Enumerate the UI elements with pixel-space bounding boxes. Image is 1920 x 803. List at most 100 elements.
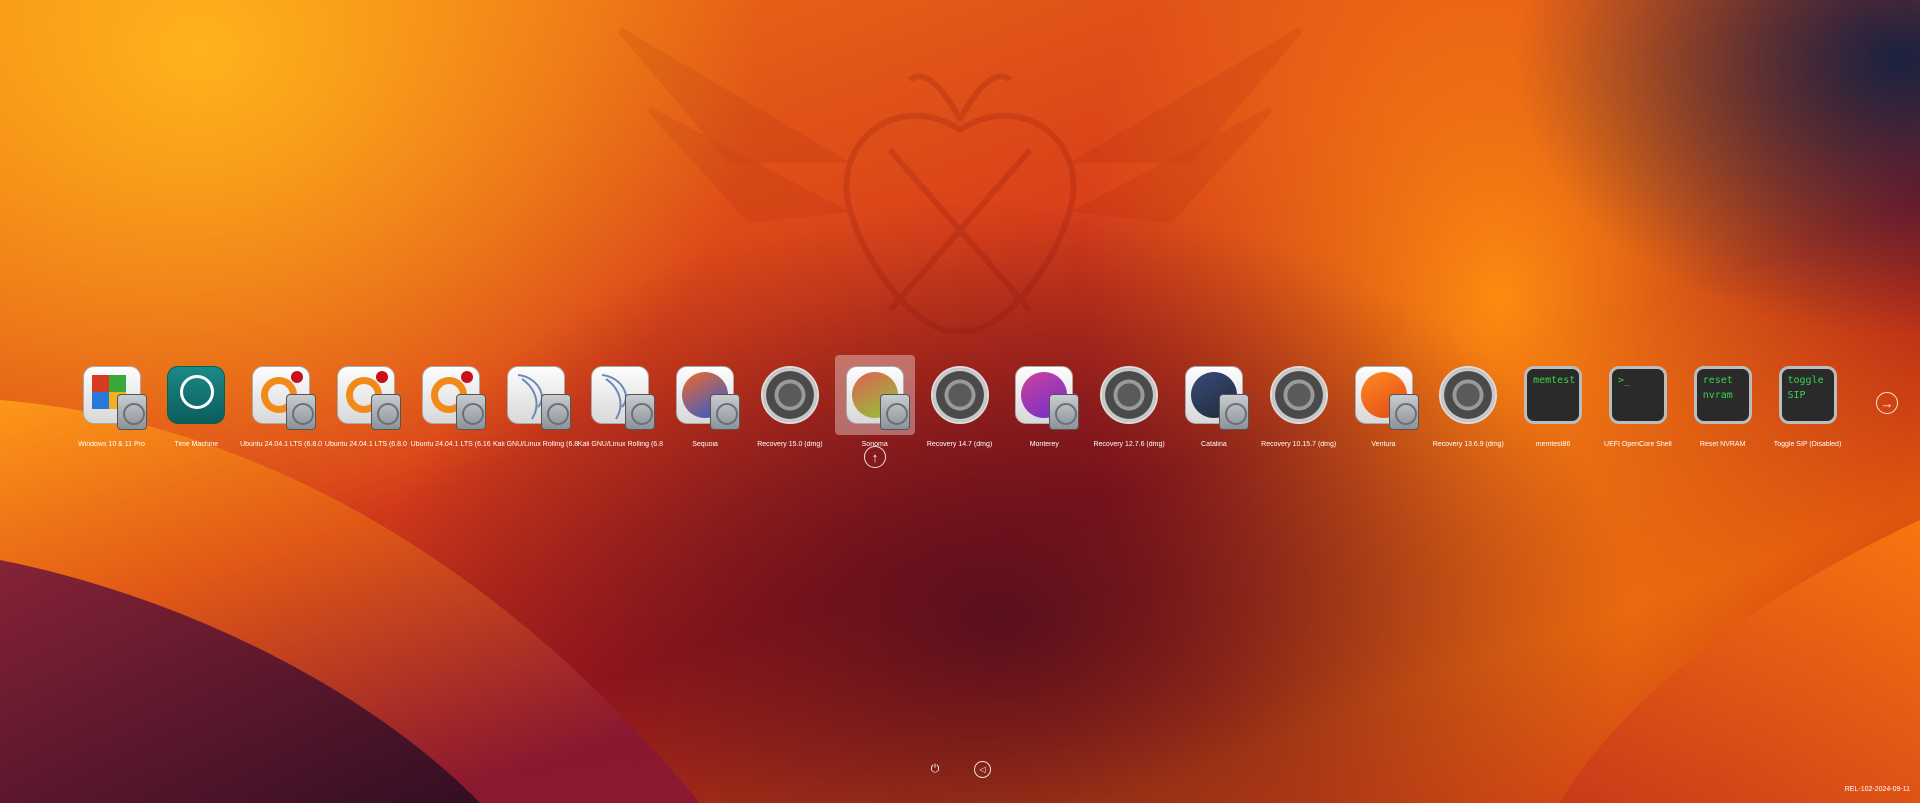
- entry-selection-box[interactable]: memtest: [1513, 355, 1593, 435]
- entry-label: Ubuntu 24.04.1 LTS (6.8.0: [324, 441, 407, 448]
- entry-selection-box[interactable]: reset nvram: [1683, 355, 1763, 435]
- tool-text: reset nvram: [1693, 366, 1752, 424]
- kali-icon: [591, 366, 656, 430]
- entry-label: Catalina: [1201, 441, 1227, 448]
- entry-label: Recovery 14.7 (dmg): [926, 441, 993, 448]
- entry-label: Ubuntu 24.04.1 LTS (6.8.0: [240, 441, 323, 448]
- macos-icon: [676, 366, 741, 430]
- drive-icon: [710, 394, 741, 430]
- drive-icon: [286, 394, 317, 430]
- drive-icon: [370, 394, 401, 430]
- entry-selection-box[interactable]: toggle SIP: [1768, 355, 1848, 435]
- boot-entry-tool[interactable]: >_ UEFI OpenCore Shell: [1595, 355, 1680, 455]
- drive-icon: [1218, 394, 1249, 430]
- boot-entry-tool[interactable]: memtest memtest86: [1511, 355, 1596, 455]
- drive-icon: [455, 394, 486, 430]
- entry-label: Recovery 15.0 (dmg): [757, 441, 823, 448]
- entry-selection-box[interactable]: [411, 355, 491, 435]
- macos-icon: [1015, 366, 1080, 430]
- entry-label: Toggle SIP (Disabled): [1773, 441, 1842, 448]
- entry-selection-box[interactable]: [241, 355, 321, 435]
- tool-icon: >_: [1608, 366, 1667, 424]
- entry-selection-box[interactable]: >_: [1598, 355, 1678, 435]
- tool-text: >_: [1608, 366, 1667, 424]
- entry-label: memtest86: [1535, 441, 1571, 448]
- version-label: REL-102-2024-09-11: [1844, 786, 1910, 793]
- entry-selection-box[interactable]: [834, 355, 915, 435]
- entry-label: Reset NVRAM: [1699, 441, 1746, 448]
- macos-icon: [845, 366, 910, 430]
- recovery-icon: [1100, 366, 1159, 424]
- entry-label: Kali GNU/Linux Rolling (6.8: [493, 441, 578, 448]
- boot-entry-ubuntu[interactable]: Ubuntu 24.04.1 LTS (6.8.0: [323, 355, 408, 455]
- entry-label: Ventura: [1371, 441, 1396, 448]
- entry-label: Windows 10 & 11 Pro: [78, 441, 145, 448]
- recovery-icon: [930, 366, 989, 424]
- drive-icon: [1049, 394, 1080, 430]
- entry-selection-box[interactable]: [1174, 355, 1254, 435]
- boot-entry-macos[interactable]: Monterey: [1002, 355, 1087, 455]
- entry-selection-box[interactable]: [580, 355, 660, 435]
- boot-entry-recovery[interactable]: Recovery 15.0 (dmg): [747, 355, 832, 455]
- entry-label: Ubuntu 24.04.1 LTS (6.16: [410, 441, 491, 448]
- boot-entry-recovery[interactable]: Recovery 12.7.6 (dmg): [1087, 355, 1172, 455]
- entry-label: Sequoia: [692, 441, 718, 448]
- boot-entry-tool[interactable]: toggle SIP Toggle SIP (Disabled): [1765, 355, 1850, 455]
- shutdown-power-icon[interactable]: ⏻: [926, 760, 944, 778]
- boot-entry-tool[interactable]: reset nvram Reset NVRAM: [1680, 355, 1765, 455]
- entry-selection-box[interactable]: [1259, 355, 1339, 435]
- boot-entry-kali[interactable]: Kali GNU/Linux Rolling (6.8: [578, 355, 663, 455]
- macos-icon: [1184, 366, 1249, 430]
- entry-selection-box[interactable]: [1089, 355, 1169, 435]
- entry-label: Kali GNU/Linux Rolling (6.8: [577, 441, 663, 448]
- windows-icon: [82, 366, 147, 430]
- drive-icon: [116, 394, 147, 430]
- boot-entry-macos[interactable]: Sonoma: [832, 355, 917, 455]
- entry-label: Time Machine: [174, 441, 219, 448]
- entry-label: Recovery 10.15.7 (dmg): [1261, 441, 1337, 448]
- drive-icon: [540, 394, 571, 430]
- tool-text: memtest: [1524, 366, 1583, 424]
- entry-selection-box[interactable]: [920, 355, 1000, 435]
- tool-icon: reset nvram: [1693, 366, 1752, 424]
- entry-label: Recovery 13.6.9 (dmg): [1432, 441, 1504, 448]
- entry-selection-box[interactable]: [1004, 355, 1084, 435]
- restart-icon[interactable]: ◁: [974, 761, 991, 778]
- drive-icon: [879, 394, 910, 430]
- tool-text: toggle SIP: [1778, 366, 1837, 424]
- boot-entry-ubuntu[interactable]: Ubuntu 24.04.1 LTS (6.16: [408, 355, 493, 455]
- boot-entry-kali[interactable]: Kali GNU/Linux Rolling (6.8: [493, 355, 578, 455]
- boot-entry-macos[interactable]: Catalina: [1171, 355, 1256, 455]
- kali-icon: [506, 366, 571, 430]
- tool-icon: toggle SIP: [1778, 366, 1837, 424]
- entry-selection-box[interactable]: [496, 355, 576, 435]
- ubuntu-icon: [336, 366, 401, 430]
- boot-entry-timemachine[interactable]: Time Machine: [154, 355, 239, 455]
- next-page-arrow-icon[interactable]: →: [1876, 392, 1898, 414]
- entry-selection-box[interactable]: [750, 355, 830, 435]
- ubuntu-icon: [421, 366, 486, 430]
- boot-entry-recovery[interactable]: Recovery 13.6.9 (dmg): [1426, 355, 1511, 455]
- entry-label: Monterey: [1029, 441, 1059, 448]
- boot-entry-macos[interactable]: Sequoia: [663, 355, 748, 455]
- opencore-logo-watermark: [617, 27, 1303, 335]
- boot-entry-recovery[interactable]: Recovery 10.15.7 (dmg): [1256, 355, 1341, 455]
- entry-selection-box[interactable]: [326, 355, 406, 435]
- boot-entry-windows[interactable]: Windows 10 & 11 Pro: [69, 355, 154, 455]
- boot-entry-macos[interactable]: Ventura: [1341, 355, 1426, 455]
- boot-entry-recovery[interactable]: Recovery 14.7 (dmg): [917, 355, 1002, 455]
- entry-selection-box[interactable]: [156, 355, 236, 435]
- timemachine-icon: [167, 366, 226, 424]
- entry-selection-box[interactable]: [72, 355, 152, 435]
- drive-icon: [625, 394, 656, 430]
- ubuntu-icon: [252, 366, 317, 430]
- macos-icon: [1354, 366, 1419, 430]
- recovery-icon: [760, 366, 819, 424]
- entry-label: UEFI OpenCore Shell: [1604, 441, 1672, 448]
- entry-selection-box[interactable]: [1428, 355, 1508, 435]
- entry-selection-box[interactable]: [1344, 355, 1424, 435]
- boot-entry-ubuntu[interactable]: Ubuntu 24.04.1 LTS (6.8.0: [239, 355, 324, 455]
- tool-icon: memtest: [1524, 366, 1583, 424]
- show-selected-up-arrow-icon[interactable]: ↑: [864, 446, 886, 468]
- entry-selection-box[interactable]: [665, 355, 745, 435]
